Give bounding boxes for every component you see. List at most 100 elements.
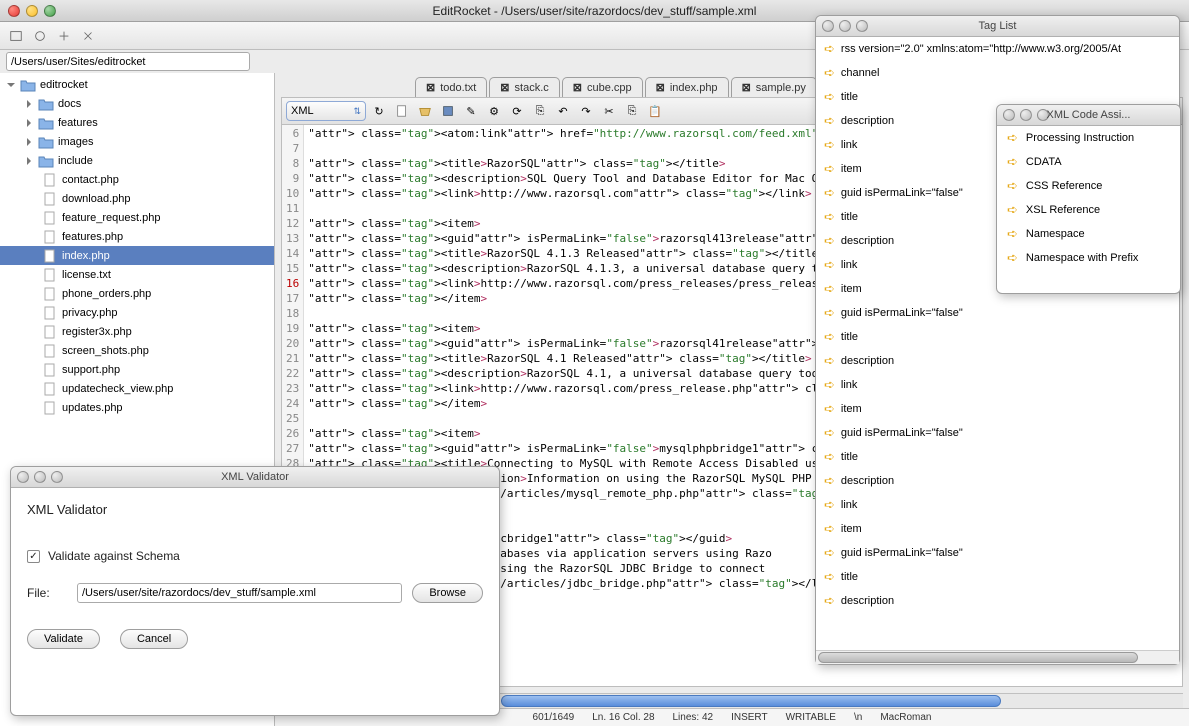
copy-icon[interactable]: ⎘ [622,101,642,121]
editor-tab[interactable]: ⊠cube.cpp [562,77,643,97]
assist-item[interactable]: ➪Namespace with Prefix [997,246,1180,270]
browse-button[interactable]: Browse [412,583,483,603]
taglist-hscrollbar[interactable] [816,650,1179,664]
tree-file[interactable]: download.php [0,189,274,208]
close-tab-icon[interactable]: ⊠ [426,81,435,94]
tree-file[interactable]: features.php [0,227,274,246]
panel-title: XML Validator [11,471,499,483]
close-tab-icon[interactable]: ⊠ [656,81,665,94]
scroll-thumb[interactable] [501,695,1001,707]
file-input[interactable] [77,583,402,603]
tree-file[interactable]: screen_shots.php [0,341,274,360]
tag-icon: ➪ [824,89,835,105]
tree-folder[interactable]: docs [0,94,274,113]
assist-item[interactable]: ➪XSL Reference [997,198,1180,222]
assist-item[interactable]: ➪Namespace [997,222,1180,246]
file-label: File: [27,586,67,600]
tree-file[interactable]: register3x.php [0,322,274,341]
tag-list-item[interactable]: ➪guid isPermaLink="false" [816,421,1179,445]
tag-list-item[interactable]: ➪guid isPermaLink="false" [816,541,1179,565]
assist-titlebar[interactable]: XML Code Assi... [997,105,1180,126]
tool-icon[interactable]: ↷ [576,101,596,121]
tree-file[interactable]: updates.php [0,398,274,417]
open-icon[interactable] [415,101,435,121]
tag-icon: ➪ [824,497,835,513]
tag-list-item[interactable]: ➪title [816,445,1179,469]
toolbar-icon[interactable] [6,26,26,46]
tree-folder[interactable]: include [0,151,274,170]
tag-list-item[interactable]: ➪link [816,373,1179,397]
assist-body[interactable]: ➪Processing Instruction➪CDATA➪CSS Refere… [997,126,1180,293]
tag-icon: ➪ [824,569,835,585]
tree-file[interactable]: privacy.php [0,303,274,322]
toolbar-icon[interactable] [30,26,50,46]
tag-list-item[interactable]: ➪item [816,517,1179,541]
refresh-icon[interactable]: ↻ [369,101,389,121]
tool-icon[interactable]: ⟳ [507,101,527,121]
cancel-button[interactable]: Cancel [120,629,188,649]
tag-icon: ➪ [824,425,835,441]
tree-file[interactable]: updatecheck_view.php [0,379,274,398]
tag-list-titlebar[interactable]: Tag List [816,16,1179,37]
scroll-thumb[interactable] [818,652,1138,663]
assist-item[interactable]: ➪Processing Instruction [997,126,1180,150]
tree-file[interactable]: index.php [0,246,274,265]
status-writable: WRITABLE [786,712,836,723]
tool-icon[interactable]: ↶ [553,101,573,121]
tool-icon[interactable]: ⚙ [484,101,504,121]
tag-list-item[interactable]: ➪title [816,325,1179,349]
validate-schema-checkbox[interactable]: ✓ Validate against Schema [27,549,483,563]
tag-list-item[interactable]: ➪channel [816,61,1179,85]
assist-item[interactable]: ➪CDATA [997,150,1180,174]
toolbar-icon[interactable] [54,26,74,46]
tree-root[interactable]: editrocket [0,75,274,94]
tag-list-item[interactable]: ➪title [816,565,1179,589]
tag-icon: ➪ [1007,226,1018,242]
tree-file[interactable]: license.txt [0,265,274,284]
tree-folder[interactable]: images [0,132,274,151]
validator-body: XML Validator ✓ Validate against Schema … [11,488,499,679]
toolbar-icon[interactable] [78,26,98,46]
tag-icon: ➪ [824,161,835,177]
editor-tab[interactable]: ⊠stack.c [489,77,559,97]
assist-item[interactable]: ➪CSS Reference [997,174,1180,198]
tool-icon[interactable]: ⎘ [530,101,550,121]
tag-list-item[interactable]: ➪description [816,349,1179,373]
tree-file[interactable]: phone_orders.php [0,284,274,303]
tag-icon: ➪ [824,41,835,57]
code-assist-panel: XML Code Assi... ➪Processing Instruction… [996,104,1181,294]
new-icon[interactable] [392,101,412,121]
tag-list-item[interactable]: ➪guid isPermaLink="false" [816,301,1179,325]
status-newline: \n [854,712,862,723]
tree-file[interactable]: feature_request.php [0,208,274,227]
validate-button[interactable]: Validate [27,629,100,649]
tool-icon[interactable]: ✎ [461,101,481,121]
save-icon[interactable] [438,101,458,121]
tag-list-item[interactable]: ➪rss version="2.0" xmlns:atom="http://ww… [816,37,1179,61]
tag-list-item[interactable]: ➪link [816,493,1179,517]
checkbox-box[interactable]: ✓ [27,550,40,563]
close-tab-icon[interactable]: ⊠ [742,81,751,94]
tag-icon: ➪ [1007,130,1018,146]
tree-file[interactable]: contact.php [0,170,274,189]
editor-tab[interactable]: ⊠sample.py [731,77,817,97]
language-select[interactable]: XML ⇅ [286,101,366,121]
tag-list-item[interactable]: ➪item [816,397,1179,421]
tree-file[interactable]: support.php [0,360,274,379]
close-tab-icon[interactable]: ⊠ [573,81,582,94]
editor-tab[interactable]: ⊠todo.txt [415,77,487,97]
close-tab-icon[interactable]: ⊠ [500,81,509,94]
path-input[interactable] [6,52,250,71]
button-row: Validate Cancel [27,629,483,649]
cut-icon[interactable]: ✂ [599,101,619,121]
tag-icon: ➪ [1007,154,1018,170]
tree-folder[interactable]: features [0,113,274,132]
tag-list-item[interactable]: ➪description [816,589,1179,613]
tag-icon: ➪ [824,473,835,489]
xml-validator-dialog: XML Validator XML Validator ✓ Validate a… [10,466,500,716]
tag-list-item[interactable]: ➪description [816,469,1179,493]
editor-tab[interactable]: ⊠index.php [645,77,729,97]
validator-titlebar[interactable]: XML Validator [11,467,499,488]
paste-icon[interactable]: 📋 [645,101,665,121]
status-lncol: Ln. 16 Col. 28 [592,712,654,723]
